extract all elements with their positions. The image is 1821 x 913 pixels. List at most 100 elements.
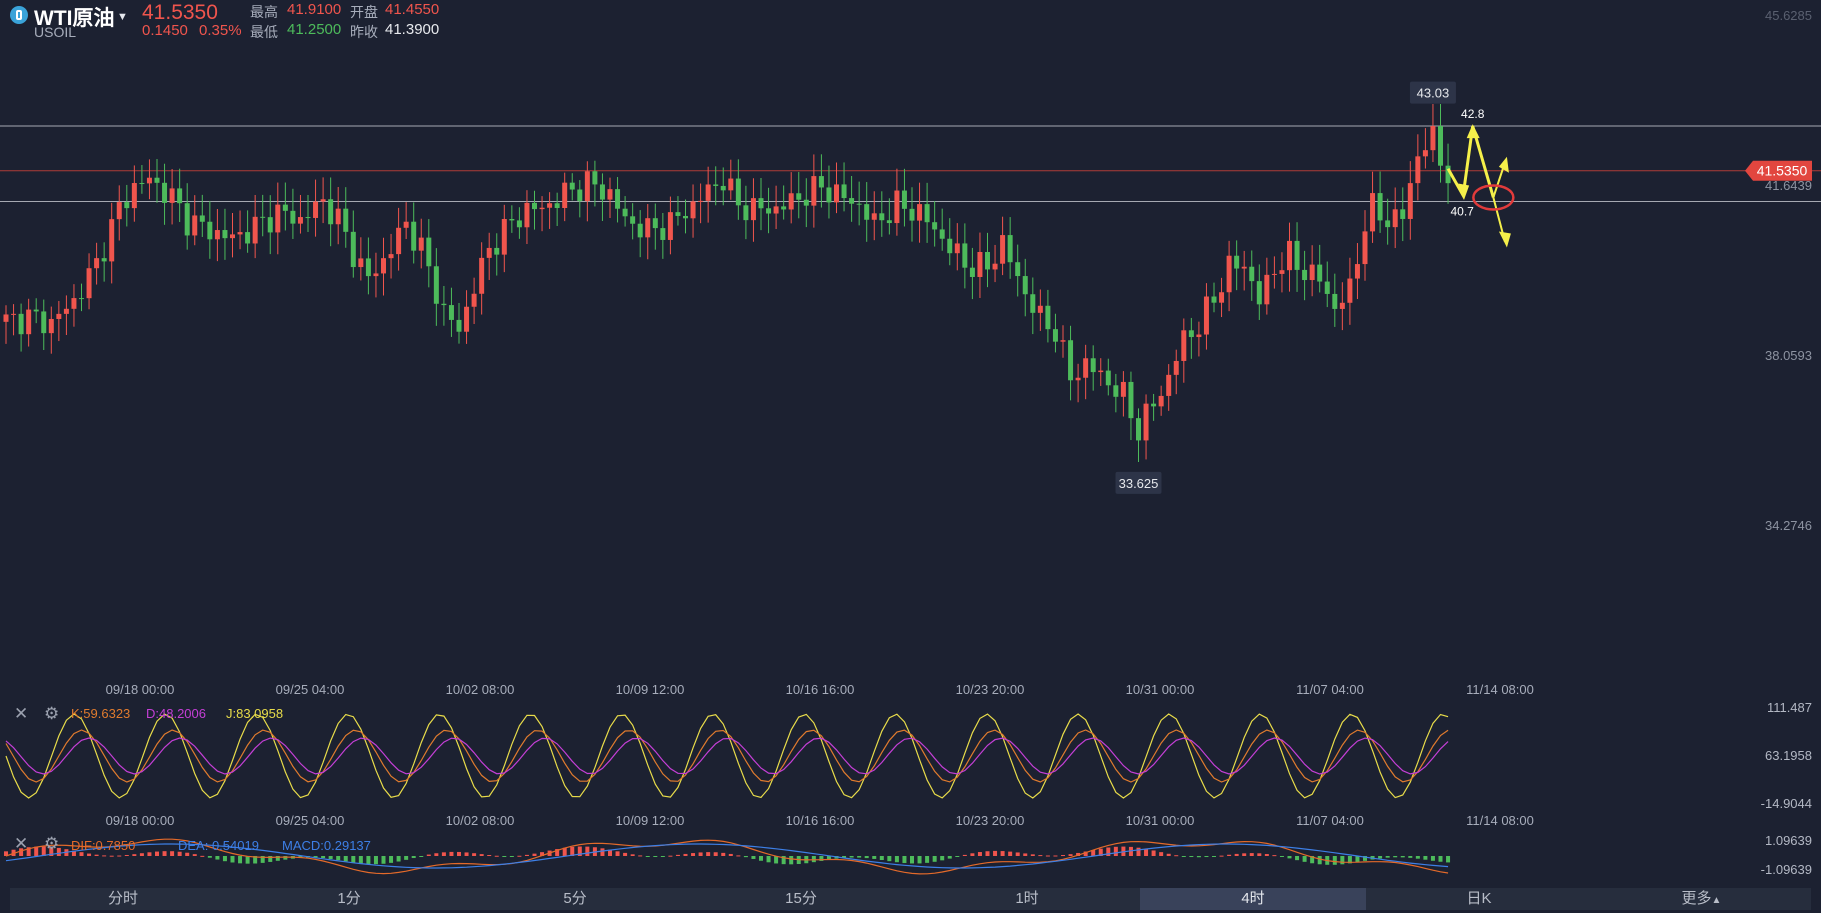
candle-body [1045, 305, 1051, 330]
candle-body [1271, 273, 1277, 275]
macd-histogram-bar [653, 856, 658, 857]
kdj-k-label: K:59.6323 [71, 706, 131, 721]
macd-histogram-bar [449, 851, 454, 856]
macd-histogram-bar [426, 854, 431, 856]
candle-body [577, 189, 583, 202]
time-axis-label: 10/23 20:00 [956, 682, 1025, 697]
candle-body [864, 204, 870, 220]
macd-histogram-bar [1015, 852, 1020, 856]
candle-body [1211, 296, 1217, 303]
macd-histogram-bar [1279, 856, 1284, 857]
macd-histogram-bar [321, 856, 326, 859]
macd-histogram-bar [993, 850, 998, 856]
macd-histogram-bar [864, 856, 869, 859]
macd-histogram-bar [464, 852, 469, 856]
candle-body [1030, 294, 1036, 313]
time-axis-label: 10/16 16:00 [786, 813, 855, 828]
macd-histogram-bar [1438, 856, 1443, 862]
macd-histogram-bar [366, 856, 371, 865]
macd-histogram-bar [1272, 855, 1277, 857]
candle-body [411, 221, 417, 251]
candle-body [230, 234, 235, 239]
candle-body [954, 243, 960, 254]
candle-body [977, 252, 983, 277]
candle-body [381, 258, 386, 274]
macd-histogram-bar [162, 851, 167, 856]
kdj-axis-label: 111.487 [1767, 700, 1812, 715]
macd-histogram-bar [1249, 853, 1254, 856]
close-kdj-icon[interactable]: ✕ [14, 704, 28, 724]
price-tick-label: 38.0593 [1765, 348, 1812, 363]
candle-body [252, 216, 258, 244]
macd-histogram-bar [1415, 856, 1420, 859]
candle-body [169, 188, 175, 203]
macd-histogram-bar [1106, 847, 1111, 856]
tab-15min[interactable]: 15分 [688, 888, 914, 910]
macd-histogram-bar [238, 856, 243, 864]
candle-body [56, 313, 62, 319]
candle-body [86, 268, 92, 299]
candle-body [297, 217, 303, 224]
candle-body [1000, 235, 1006, 264]
candle-body [1256, 281, 1262, 305]
macd-histogram-bar [743, 856, 748, 858]
candle-body [365, 258, 371, 277]
time-axis-label: 11/14 08:00 [1466, 813, 1534, 828]
candle-body [781, 206, 787, 210]
macd-histogram-bar [1008, 851, 1013, 856]
tab-daily[interactable]: 日K [1366, 888, 1592, 910]
candle-body [1309, 264, 1315, 281]
candle-body [886, 220, 892, 224]
macd-histogram-bar [789, 856, 794, 865]
macd-histogram-bar [1151, 850, 1156, 856]
macd-histogram-bar [1144, 848, 1149, 856]
candle-body [667, 212, 673, 240]
macd-histogram-bar [902, 856, 907, 864]
candle-body [1068, 340, 1074, 381]
candle-body [1339, 302, 1345, 309]
macd-histogram-bar [1430, 856, 1435, 861]
tab-fenshi[interactable]: 分时 [10, 888, 236, 910]
kdj-axis-label: 63.1958 [1765, 748, 1812, 763]
macd-dif-label: DIF:0.7850 [71, 838, 136, 853]
price-chart[interactable]: 43.0333.625 42.840.7 45.628541.643938.05… [0, 0, 1821, 888]
macd-histogram-bar [1181, 856, 1186, 857]
candle-body [1347, 278, 1353, 303]
macd-histogram-bar [215, 856, 220, 860]
close-macd-icon[interactable]: ✕ [14, 834, 28, 854]
macd-histogram-bar [932, 856, 937, 862]
macd-histogram-bar [441, 852, 446, 856]
macd-histogram-bar [849, 856, 854, 858]
candle-body [985, 252, 990, 270]
tab-1min[interactable]: 1分 [236, 888, 462, 910]
candle-body [1151, 403, 1157, 407]
macd-histogram-bar [487, 855, 492, 857]
macd-histogram-bar [132, 854, 137, 856]
candle-body [260, 216, 266, 218]
macd-settings-gear-icon[interactable]: ⚙ [44, 834, 59, 854]
candle-body [909, 208, 915, 221]
macd-histogram-bar [404, 856, 409, 860]
macd-histogram-bar [479, 854, 484, 856]
macd-histogram-bar [774, 856, 779, 864]
candle-body [637, 223, 643, 238]
candle-body [826, 187, 832, 203]
macd-histogram-bar [102, 855, 107, 857]
tab-more[interactable]: 更多▲ [1592, 888, 1811, 910]
annotation-lower-label: 40.7 [1450, 204, 1474, 218]
candle-body [479, 257, 485, 294]
last-price-tag-label: 41.5350 [1757, 163, 1808, 179]
tab-4hour[interactable]: 4时 [1140, 888, 1366, 910]
candle-body [969, 267, 975, 277]
candle-body [728, 178, 734, 191]
candle-body [652, 218, 658, 229]
macd-histogram-bar [1030, 854, 1035, 856]
time-axis-label: 11/07 04:00 [1296, 682, 1364, 697]
macd-histogram-bar [336, 856, 341, 861]
tab-5min[interactable]: 5分 [462, 888, 688, 910]
macd-histogram-bar [736, 855, 741, 857]
candle-body [939, 229, 945, 239]
time-axis-label: 10/31 00:00 [1126, 813, 1195, 828]
tab-1hour[interactable]: 1时 [914, 888, 1140, 910]
kdj-settings-gear-icon[interactable]: ⚙ [44, 704, 59, 724]
